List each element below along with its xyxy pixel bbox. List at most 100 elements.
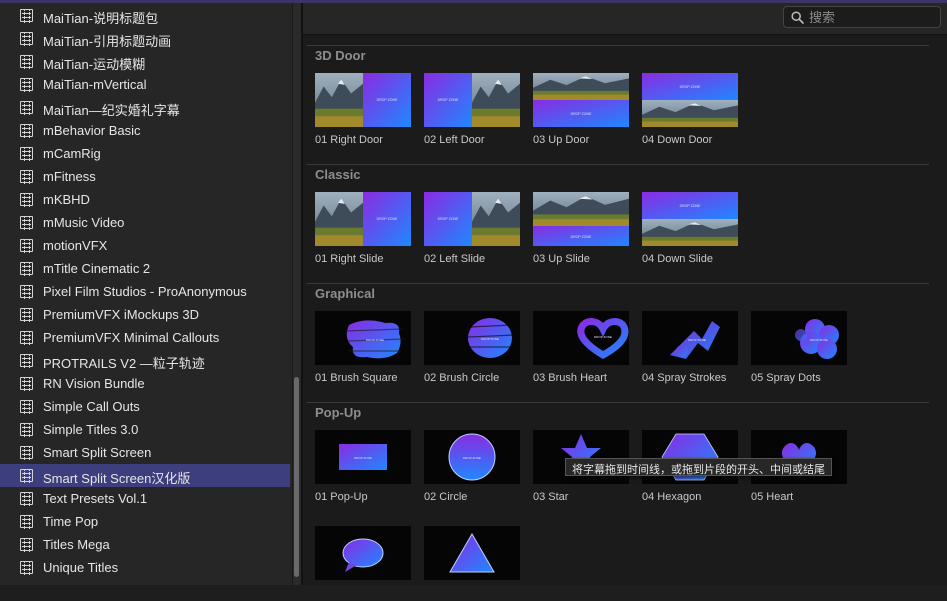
sidebar-item[interactable]: MaiTian-运动模糊 — [0, 50, 290, 73]
sidebar-item[interactable]: Text Presets Vol.1 — [0, 487, 290, 510]
title-tile-label: 03 Up Door — [533, 134, 590, 146]
titles-browser: 3D Door DROP ZONE 01 Right Door DROP ZONE… — [303, 3, 947, 585]
title-collection-icon — [20, 422, 33, 437]
title-tile-label: 02 Circle — [424, 491, 468, 503]
browser-toolbar — [303, 3, 947, 35]
title-collection-icon — [20, 468, 33, 483]
title-tile[interactable]: DROP ZONE 01 Right Slide — [315, 192, 411, 267]
sidebar-item[interactable]: mFitness — [0, 165, 290, 188]
door-left-thumbnail-art: DROP ZONE — [424, 192, 520, 246]
title-thumbnail[interactable]: DROP ZONE — [642, 311, 738, 365]
search-field[interactable] — [783, 6, 941, 28]
title-tile[interactable]: DROP ZONE 02 Left Slide — [424, 192, 520, 267]
title-tile[interactable]: DROP ZONE 05 Spray Dots — [751, 311, 847, 386]
sidebar-item-label: PremiumVFX Minimal Callouts — [43, 330, 220, 345]
title-thumbnail[interactable] — [424, 526, 520, 580]
title-thumbnail[interactable]: DROP ZONE — [315, 192, 411, 246]
title-tile[interactable]: DROP ZONE 03 Up Door — [533, 73, 629, 148]
title-thumbnail[interactable]: DROP ZONE — [533, 311, 629, 365]
title-tile[interactable] — [315, 526, 411, 601]
title-tile[interactable]: DROP ZONE 04 Down Slide — [642, 192, 738, 267]
sidebar-item[interactable]: RN Vision Bundle — [0, 372, 290, 395]
sidebar-item[interactable]: motionVFX — [0, 234, 290, 257]
sidebar-item[interactable]: Time Pop — [0, 510, 290, 533]
sidebar-item[interactable]: MaiTian-引用标题动画 — [0, 27, 290, 50]
svg-text:DROP ZONE: DROP ZONE — [463, 456, 481, 460]
title-tile-label: 02 Left Slide — [424, 253, 486, 265]
sidebar-item-label: PremiumVFX iMockups 3D — [43, 307, 200, 322]
sidebar-item[interactable]: MaiTian—纪实婚礼字幕 — [0, 96, 290, 119]
sidebar-item[interactable]: mTitle Cinematic 2 — [0, 257, 290, 280]
title-thumbnail[interactable]: DROP ZONE — [642, 192, 738, 246]
title-collection-icon — [20, 560, 33, 575]
brush-circle-thumbnail-art: DROP ZONE — [467, 318, 515, 358]
title-thumbnail[interactable]: DROP ZONE — [424, 311, 520, 365]
title-tile-label: 01 Right Door — [315, 134, 383, 146]
popup-circle-thumbnail-art: DROP ZONE — [448, 433, 496, 481]
sidebar-item-label: mKBHD — [43, 192, 90, 207]
title-thumbnail[interactable] — [315, 526, 411, 580]
sidebar-item[interactable]: MaiTian-mVertical — [0, 73, 290, 96]
title-collection-icon — [20, 376, 33, 391]
content-scrollbar-track[interactable] — [938, 36, 947, 585]
title-collection-icon — [20, 307, 33, 322]
svg-text:DROP ZONE: DROP ZONE — [366, 338, 384, 342]
sidebar-item[interactable]: Titles Mega — [0, 533, 290, 556]
sidebar-item[interactable]: PremiumVFX Minimal Callouts — [0, 326, 290, 349]
sidebar-item-label: MaiTian-引用标题动画 — [43, 34, 172, 49]
title-tile[interactable]: DROP ZONE 01 Pop-Up — [315, 430, 411, 505]
title-thumbnail[interactable]: DROP ZONE — [315, 430, 411, 484]
sidebar-item[interactable]: Simple Call Outs — [0, 395, 290, 418]
sidebar-item-label: Unique Titles — [43, 560, 119, 575]
title-collection-icon — [20, 284, 33, 299]
sidebar-item[interactable]: mMusic Video — [0, 211, 290, 234]
sidebar-item-label: MaiTian—纪实婚礼字幕 — [43, 103, 180, 118]
sidebar-item[interactable]: Smart Split Screen汉化版 — [0, 464, 290, 487]
title-collection-icon — [20, 399, 33, 414]
title-tile[interactable]: DROP ZONE 02 Circle — [424, 430, 520, 505]
title-thumbnail[interactable]: DROP ZONE — [315, 73, 411, 127]
title-tile[interactable]: DROP ZONE 03 Brush Heart — [533, 311, 629, 386]
title-tile[interactable]: DROP ZONE 03 Up Slide — [533, 192, 629, 267]
title-thumbnail[interactable]: DROP ZONE — [751, 311, 847, 365]
title-collection-icon — [20, 31, 33, 46]
sidebar-item-label: Pixel Film Studios - ProAnonymous — [43, 284, 247, 299]
sidebar-item[interactable]: Pixel Film Studios - ProAnonymous — [0, 280, 290, 303]
title-tile[interactable]: DROP ZONE 04 Down Door — [642, 73, 738, 148]
title-thumbnail[interactable]: DROP ZONE — [533, 73, 629, 127]
title-collection-icon — [20, 77, 33, 92]
sidebar-item[interactable]: PROTRAILS V2 —粒子轨迹 — [0, 349, 290, 372]
sidebar-list[interactable]: MaiTian-说明标题包 MaiTian-引用标题动画 MaiTian-运动模糊 M… — [0, 3, 292, 585]
title-thumbnail[interactable]: DROP ZONE — [642, 73, 738, 127]
sidebar-item[interactable]: mCamRig — [0, 142, 290, 165]
title-thumbnail[interactable]: DROP ZONE — [424, 430, 520, 484]
sidebar-item-label: RN Vision Bundle — [43, 376, 145, 391]
search-input[interactable] — [809, 9, 935, 25]
title-tile[interactable] — [424, 526, 520, 601]
sidebar-item[interactable]: Simple Titles 3.0 — [0, 418, 290, 441]
title-thumbnail[interactable]: DROP ZONE — [315, 311, 411, 365]
section-title: 3D Door — [315, 48, 366, 63]
sidebar-item[interactable]: Unique Titles — [0, 556, 290, 579]
title-collection-icon — [20, 491, 33, 506]
title-tile-label: 02 Brush Circle — [424, 372, 500, 384]
sidebar-item[interactable]: PremiumVFX iMockups 3D — [0, 303, 290, 326]
sidebar-item[interactable]: Smart Split Screen — [0, 441, 290, 464]
sidebar-item[interactable]: mKBHD — [0, 188, 290, 211]
title-thumbnail[interactable]: DROP ZONE — [424, 73, 520, 127]
search-icon — [791, 11, 804, 24]
sidebar-scrollbar-thumb[interactable] — [294, 377, 299, 577]
sidebar-item-label: MaiTian-运动模糊 — [43, 57, 146, 72]
title-thumbnail[interactable]: DROP ZONE — [424, 192, 520, 246]
sidebar-item[interactable]: mBehavior Basic — [0, 119, 290, 142]
title-tile[interactable]: DROP ZONE 02 Brush Circle — [424, 311, 520, 386]
sidebar-item-label: Smart Split Screen — [43, 445, 152, 460]
title-tile[interactable]: DROP ZONE 01 Right Door — [315, 73, 411, 148]
title-tile[interactable]: DROP ZONE 04 Spray Strokes — [642, 311, 738, 386]
title-collection-icon — [20, 514, 33, 529]
title-tile[interactable]: DROP ZONE 02 Left Door — [424, 73, 520, 148]
sidebar-item[interactable]: MaiTian-说明标题包 — [0, 4, 290, 27]
title-collection-icon — [20, 238, 33, 253]
title-tile[interactable]: DROP ZONE 01 Brush Square — [315, 311, 411, 386]
title-thumbnail[interactable]: DROP ZONE — [533, 192, 629, 246]
